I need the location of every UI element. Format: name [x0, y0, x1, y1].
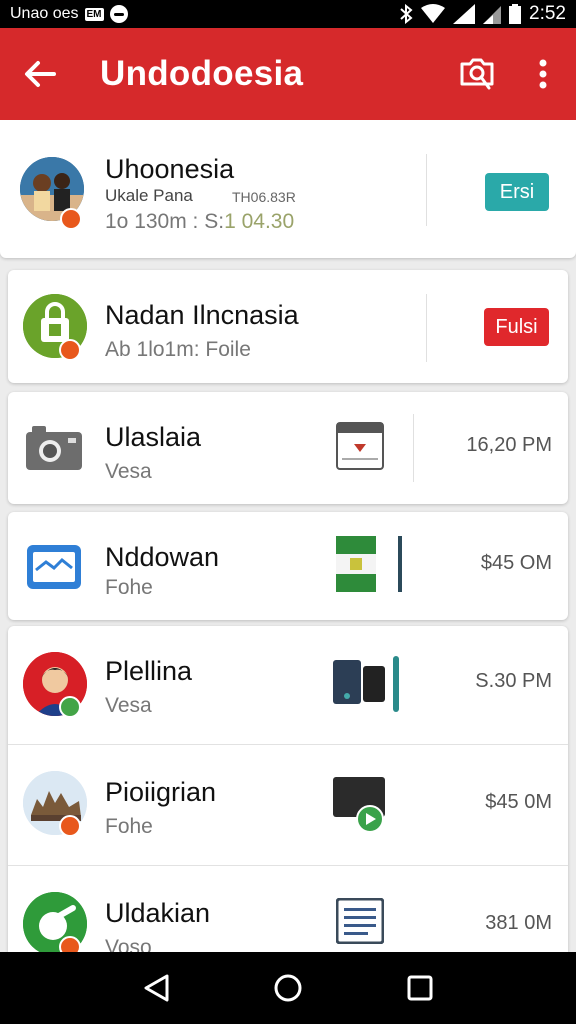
item-subtitle: Ab 1lo1m: Foile	[105, 338, 251, 361]
item-list: Uhoonesia Ukale Pana TH06.83R 1o 130m : …	[0, 120, 576, 952]
item-subtitle: Voso	[105, 936, 152, 952]
divider	[398, 536, 402, 592]
nav-home-icon	[274, 974, 302, 1002]
item-time: 16,20 PM	[466, 434, 552, 456]
signal-icon-2	[483, 6, 502, 24]
calendar-thumb-icon	[336, 422, 384, 470]
signal-icon	[453, 4, 476, 24]
item-title: Nadan Ilncnasia	[105, 300, 299, 330]
list-group: Plellina Vesa S.30 PM Pioiigrian Fohe $4…	[8, 626, 568, 952]
document-thumb-icon	[336, 898, 384, 944]
item-subtitle: Ukale Pana	[105, 186, 193, 205]
item-title: Uhoonesia	[105, 154, 235, 184]
status-carrier-text: Unao oes	[10, 5, 79, 22]
more-options-button[interactable]	[510, 28, 576, 120]
item-time: 381 0M	[485, 912, 552, 934]
item-subtitle: Fohe	[105, 576, 153, 599]
item-time: S.30 PM	[475, 670, 552, 692]
status-time: 2:52	[529, 3, 566, 24]
list-item[interactable]: Uhoonesia Ukale Pana TH06.83R 1o 130m : …	[0, 120, 576, 258]
item-title: Pioiigrian	[105, 777, 217, 807]
devices-thumb-icon	[333, 656, 399, 712]
app-bar: Undodoesia	[0, 28, 576, 120]
list-item[interactable]: Pioiigrian Fohe $45 0M	[8, 745, 568, 865]
status-badge	[59, 936, 81, 952]
camera-search-button[interactable]	[444, 28, 510, 120]
ersi-button[interactable]: Ersi	[485, 173, 549, 211]
list-item[interactable]: Nddowan Fohe $45 OM	[8, 512, 568, 620]
divider	[426, 294, 427, 362]
list-item[interactable]: Ulaslaia Vesa 16,20 PM	[8, 392, 568, 504]
divider	[426, 154, 427, 226]
notification-box-icon: EM	[84, 7, 104, 21]
item-title: Plellina	[105, 656, 193, 686]
item-amount: 1 04.30	[224, 210, 295, 233]
more-vert-icon	[539, 59, 547, 89]
video-thumb-icon	[333, 777, 385, 833]
status-badge	[59, 696, 81, 718]
nav-home-button[interactable]	[258, 958, 318, 1018]
item-time: $45 OM	[480, 552, 552, 574]
back-arrow-icon	[25, 61, 56, 87]
back-button[interactable]	[0, 28, 80, 120]
battery-icon	[509, 4, 522, 24]
mail-icon	[27, 545, 81, 589]
page-title: Undodoesia	[100, 54, 304, 93]
item-subtitle: Vesa	[105, 694, 152, 717]
item-title: Ulaslaia	[105, 422, 202, 452]
nav-recents-icon	[407, 975, 433, 1001]
status-badge	[59, 815, 81, 837]
flag-thumb-icon	[336, 536, 376, 592]
status-badge	[59, 339, 81, 361]
item-time: $45 0M	[485, 791, 552, 813]
bluetooth-icon	[400, 4, 413, 24]
item-title: Nddowan	[105, 542, 220, 572]
item-title: Uldakian	[105, 898, 211, 928]
divider	[413, 414, 414, 482]
list-item[interactable]: Nadan Ilncnasia Ab 1lo1m: Foile Fulsi	[8, 270, 568, 383]
camera-search-icon	[460, 58, 494, 90]
notification-circle-icon	[109, 5, 128, 23]
wifi-icon	[421, 4, 446, 23]
status-bar: Unao oes EM 2:52	[0, 0, 576, 28]
item-subtitle: Vesa	[105, 460, 152, 483]
list-item[interactable]: Uldakian Voso 381 0M	[8, 866, 568, 952]
status-badge	[60, 208, 82, 230]
nav-recents-button[interactable]	[390, 958, 450, 1018]
item-subtitle: Fohe	[105, 815, 153, 838]
system-nav-bar	[0, 952, 576, 1024]
nav-back-button[interactable]	[126, 958, 186, 1018]
item-code: TH06.83R	[232, 189, 296, 205]
item-meta: 1o 130m : S:	[105, 210, 225, 233]
list-item[interactable]: Plellina Vesa S.30 PM	[8, 626, 568, 744]
fulsi-button[interactable]: Fulsi	[484, 308, 549, 346]
camera-icon	[26, 426, 82, 470]
nav-back-icon	[144, 974, 169, 1002]
